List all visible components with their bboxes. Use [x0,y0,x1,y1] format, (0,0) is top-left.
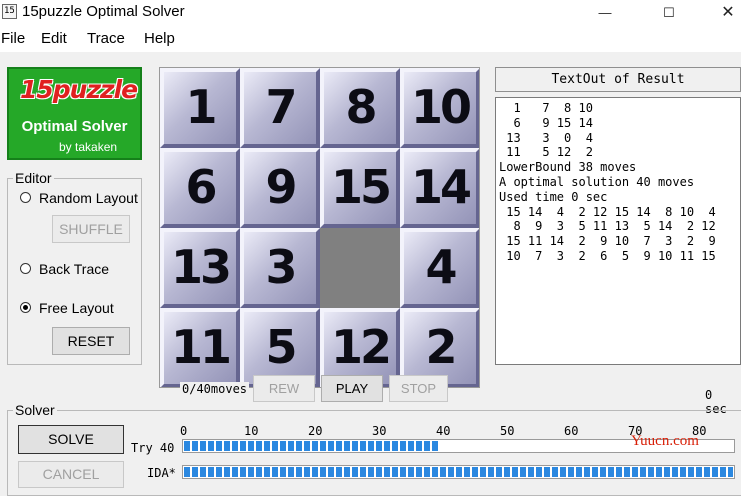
result-header: TextOut of Result [495,67,741,92]
tile[interactable]: 14 [400,148,479,228]
play-button[interactable]: PLAY [321,375,383,402]
scale-tick: 50 [500,424,515,438]
random-layout-radio[interactable] [20,192,31,203]
scale-tick: 10 [244,424,259,438]
tile[interactable]: 13 [160,228,240,308]
rew-button[interactable]: REW [253,375,315,402]
tile[interactable]: 3 [240,228,320,308]
tile[interactable]: 6 [160,148,240,228]
tile[interactable]: 7 [240,68,320,148]
random-layout-label[interactable]: Random Layout [39,190,138,206]
logo-title: 15puzzle [20,75,138,104]
menu-edit[interactable]: Edit [41,30,67,48]
cancel-button[interactable]: CANCEL [18,461,124,488]
menu-help[interactable]: Help [144,30,175,48]
result-textbox[interactable]: 1 7 8 10 6 9 15 14 13 3 0 4 11 5 12 2 Low… [495,97,741,365]
shuffle-button[interactable]: SHUFFLE [52,215,130,243]
back-trace-label[interactable]: Back Trace [39,261,109,277]
close-icon[interactable]: ✕ [705,0,741,26]
menu-file[interactable]: File [1,30,25,48]
back-trace-radio[interactable] [20,263,31,274]
menu-trace[interactable]: Trace [87,30,125,48]
menu-bar: File Edit Trace Help [0,28,741,50]
tile[interactable]: 1 [160,68,240,148]
logo-subtitle: Optimal Solver [21,118,128,135]
window-title: 15puzzle Optimal Solver [22,3,185,20]
tile[interactable]: 15 [320,148,400,228]
solve-button[interactable]: SOLVE [18,425,124,454]
scale-tick: 60 [564,424,579,438]
tile[interactable]: 8 [320,68,400,148]
scale-tick: 0 [180,424,188,438]
reset-button[interactable]: RESET [52,327,130,355]
puzzle-board[interactable]: 1 7 8 10 6 9 15 14 13 3 4 11 5 12 2 [159,67,480,388]
tile[interactable]: 10 [400,68,479,148]
title-bar: 15 15puzzle Optimal Solver — ☐ ✕ [0,0,741,26]
ida-progress-bar [182,465,735,479]
moves-counter: 0/40moves [180,382,250,396]
solver-group-label: Solver [13,402,57,418]
free-layout-radio[interactable] [20,302,31,313]
tile[interactable]: 4 [400,228,479,308]
app-icon[interactable]: 15 [2,4,17,19]
stop-button[interactable]: STOP [389,375,448,402]
logo-byline: by takaken [59,140,118,154]
editor-group-label: Editor [13,170,54,186]
blank-tile[interactable] [320,228,400,308]
scale-tick: 30 [372,424,387,438]
tile[interactable]: 9 [240,148,320,228]
minimize-icon[interactable]: — [582,0,628,26]
watermark: Yuucn.com [631,433,699,449]
free-layout-label[interactable]: Free Layout [39,300,114,316]
try-label: Try 40 [131,441,175,455]
ida-progress-fill [184,467,733,477]
ida-label: IDA* [147,466,176,480]
scale-tick: 20 [308,424,323,438]
tile[interactable]: 11 [160,308,240,387]
logo: 15puzzle Optimal Solver by takaken [7,67,142,160]
try-progress-fill [184,441,440,451]
result-text: 1 7 8 10 6 9 15 14 13 3 0 4 11 5 12 2 Low… [499,101,716,263]
scale-tick: 40 [436,424,451,438]
maximize-icon[interactable]: ☐ [646,0,692,26]
